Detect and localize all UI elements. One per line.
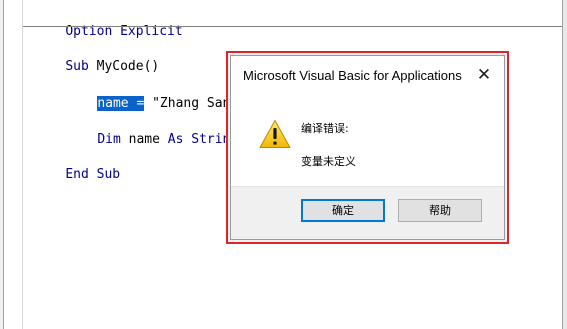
vertical-scrollbar[interactable] xyxy=(562,0,567,329)
keyword-dim: Dim xyxy=(97,132,121,147)
dialog-title: Microsoft Visual Basic for Applications xyxy=(243,68,462,83)
keyword-as: As xyxy=(167,132,184,147)
procedure-separator xyxy=(23,26,562,27)
dialog-button-bar: 确定 帮助 xyxy=(231,186,504,239)
close-icon[interactable]: ✕ xyxy=(472,63,496,87)
warning-icon xyxy=(259,119,291,149)
dialog-body: Microsoft Visual Basic for Applications … xyxy=(230,55,505,240)
error-message: 变量未定义 xyxy=(301,155,356,168)
sub-name: MyCode() xyxy=(88,59,160,74)
keyword-end-sub: End Sub xyxy=(65,167,121,182)
code-line-end-sub[interactable]: End Sub xyxy=(34,151,120,199)
code-margin-indicator-bar[interactable] xyxy=(4,0,23,329)
ok-button[interactable]: 确定 xyxy=(301,199,385,222)
assignment-value: "Zhang San" xyxy=(144,96,239,111)
variable-name: name xyxy=(120,132,168,147)
vba-editor-screen: Option Explicit Sub MyCode() name = "Zha… xyxy=(0,0,567,329)
compile-error-dialog: Microsoft Visual Basic for Applications … xyxy=(226,51,509,244)
selected-text-highlight: name = xyxy=(97,96,145,111)
help-button[interactable]: 帮助 xyxy=(398,199,482,222)
error-heading: 编译错误: xyxy=(301,122,349,135)
keyword-sub: Sub xyxy=(65,59,89,74)
